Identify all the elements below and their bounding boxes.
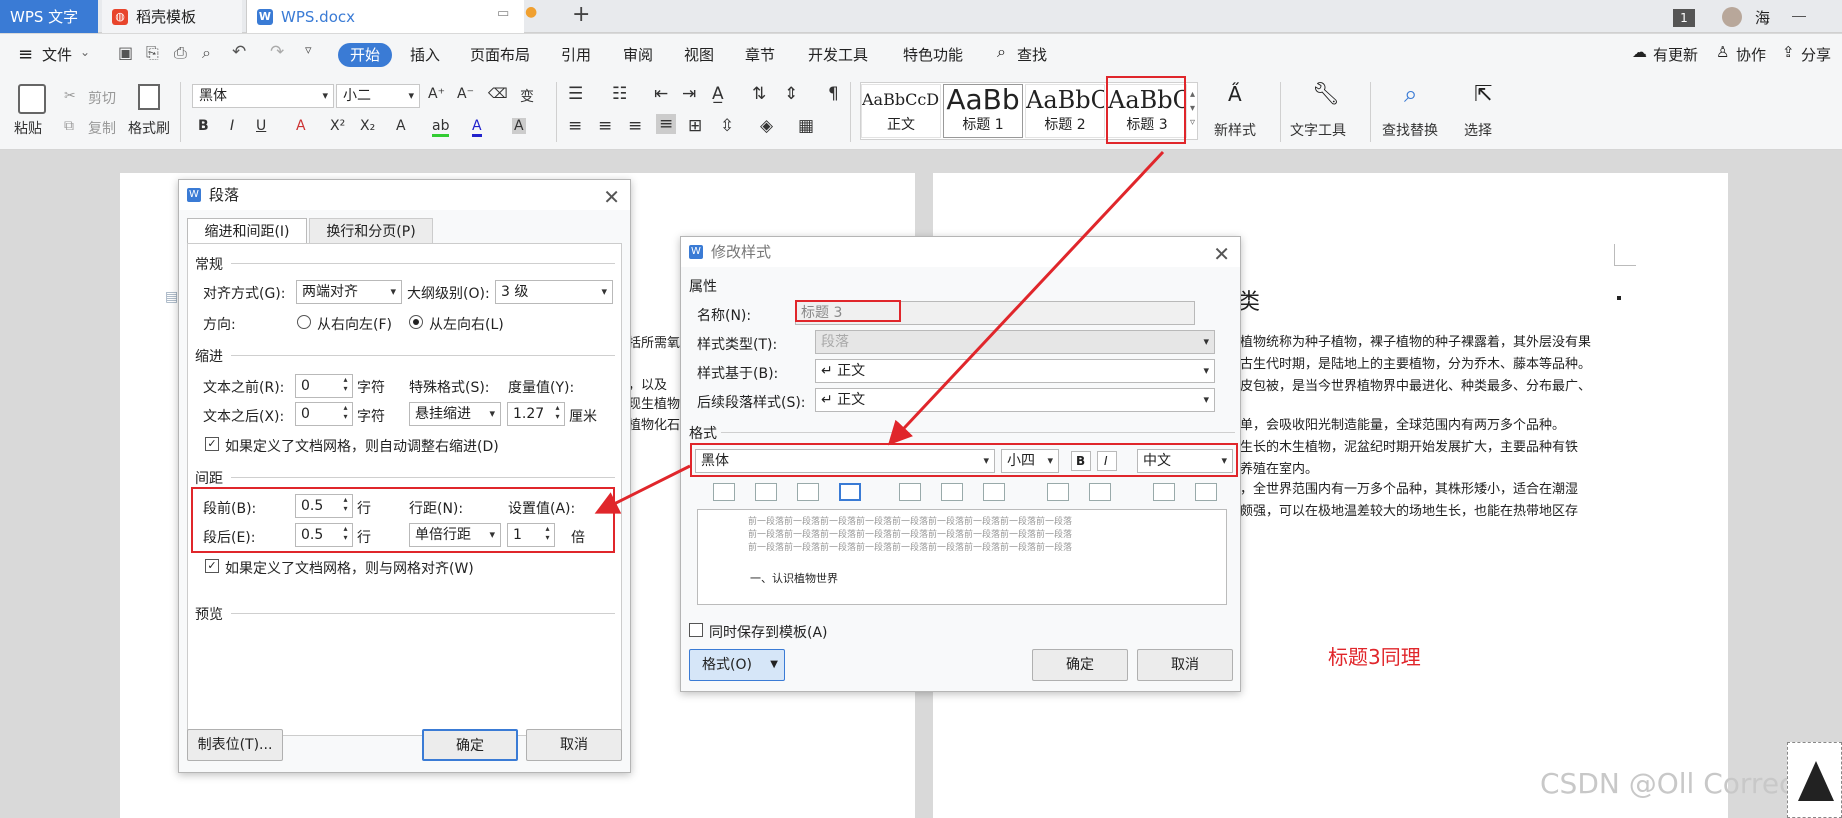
arrow-to-format	[887, 150, 1165, 446]
arrow-to-spacing	[594, 464, 691, 514]
annotation-arrows	[594, 150, 1165, 514]
